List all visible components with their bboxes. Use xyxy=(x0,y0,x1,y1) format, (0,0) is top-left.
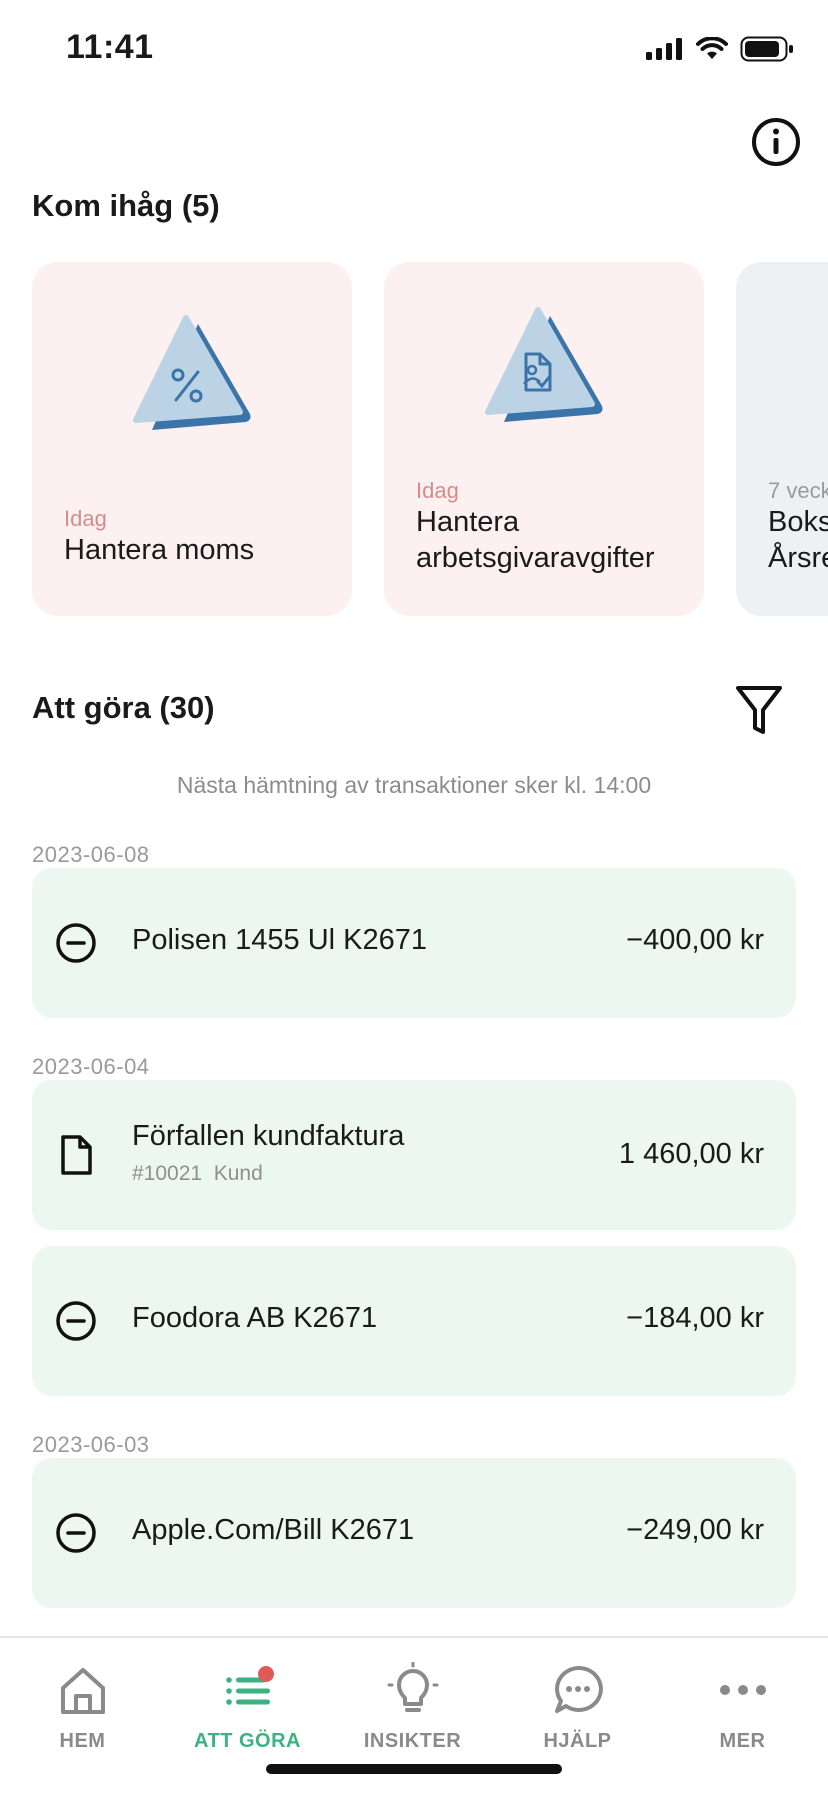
todo-title: Att göra (30) xyxy=(32,690,215,725)
tab-label: HEM xyxy=(59,1730,106,1752)
invoice-subtitle: #10021 Kund xyxy=(132,1162,263,1186)
more-icon xyxy=(719,1685,766,1695)
status-time: 11:41 xyxy=(66,28,154,66)
date-label: 2023-06-03 xyxy=(32,1432,150,1457)
transaction-row[interactable]: Apple.Com/Bill K2671 −249,00 kr xyxy=(32,1458,796,1608)
tab-insikter[interactable]: INSIKTER xyxy=(330,1638,495,1758)
home-icon xyxy=(60,1668,105,1714)
cellular-signal-icon xyxy=(646,38,682,60)
notification-badge xyxy=(257,1666,274,1682)
invoice-number: #10021 xyxy=(132,1162,203,1185)
home-indicator xyxy=(266,1764,562,1774)
invoice-customer: Kund xyxy=(213,1162,263,1185)
tab-label: INSIKTER xyxy=(363,1730,462,1752)
percent-icon xyxy=(133,315,251,430)
transaction-name: Apple.Com/Bill K2671 xyxy=(132,1514,415,1546)
date-label: 2023-06-04 xyxy=(32,1054,150,1079)
minus-circle-icon xyxy=(56,1513,96,1553)
transaction-row[interactable]: Foodora AB K2671 −184,00 kr xyxy=(32,1246,796,1396)
filter-icon[interactable] xyxy=(734,684,784,736)
transaction-row[interactable]: Polisen 1455 Ul K2671 −400,00 kr xyxy=(32,868,796,1018)
fetch-note: Nästa hämtning av transaktioner sker kl.… xyxy=(176,772,652,798)
tab-mer[interactable]: MER xyxy=(660,1638,825,1758)
document-icon xyxy=(61,1135,92,1175)
reminder-when: Idag xyxy=(64,506,107,531)
chat-icon xyxy=(554,1665,603,1713)
reminder-title: Boks Årsre xyxy=(768,504,828,576)
transaction-name: Polisen 1455 Ul K2671 xyxy=(132,924,428,956)
invoice-amount: 1 460,00 kr xyxy=(618,1138,764,1170)
invoice-row[interactable]: Förfallen kundfaktura #10021 Kund 1 460,… xyxy=(32,1080,796,1230)
transaction-amount: −400,00 kr xyxy=(626,924,764,956)
invoice-name: Förfallen kundfaktura xyxy=(132,1120,405,1152)
transaction-name: Foodora AB K2671 xyxy=(132,1302,378,1334)
tab-att-gora[interactable]: ATT GÖRA xyxy=(165,1638,330,1758)
reminder-when: 7 veck xyxy=(768,478,828,503)
reminder-card-moms[interactable]: Idag Hantera moms xyxy=(32,262,352,616)
date-label: 2023-06-08 xyxy=(32,842,150,867)
reminder-card-bokslut[interactable]: 7 veck Boks Årsre xyxy=(736,262,828,616)
tab-hem[interactable]: HEM xyxy=(0,1638,165,1758)
reminder-title: Hantera arbetsgivaravgifter xyxy=(416,506,655,574)
reminder-when: Idag xyxy=(416,478,459,503)
minus-circle-icon xyxy=(56,923,96,963)
battery-icon xyxy=(740,36,793,62)
info-icon[interactable] xyxy=(750,116,802,168)
reminder-title-line2: Årsre xyxy=(768,542,828,574)
reminder-title: Hantera moms xyxy=(64,534,255,566)
status-icons xyxy=(646,36,794,62)
transaction-amount: −249,00 kr xyxy=(626,1514,764,1546)
tab-label: ATT GÖRA xyxy=(194,1730,301,1752)
tab-hjalp[interactable]: HJÄLP xyxy=(495,1638,660,1758)
reminder-card-arbetsgivaravgifter[interactable]: Idag Hantera arbetsgivaravgifter xyxy=(384,262,704,616)
tab-label: MER xyxy=(719,1730,766,1752)
tab-label: HJÄLP xyxy=(543,1730,612,1752)
reminder-cards[interactable]: Idag Hantera moms Idag Hantera arbetsgiv… xyxy=(0,262,828,618)
minus-circle-icon xyxy=(56,1301,96,1341)
reminder-title-line1: Boks xyxy=(768,506,828,538)
reminders-title: Kom ihåg (5) xyxy=(32,188,220,223)
list-icon xyxy=(225,1666,274,1705)
wifi-icon xyxy=(696,37,728,59)
document-check-icon xyxy=(485,307,603,422)
transaction-amount: −184,00 kr xyxy=(626,1302,764,1334)
lightbulb-icon xyxy=(387,1662,438,1712)
